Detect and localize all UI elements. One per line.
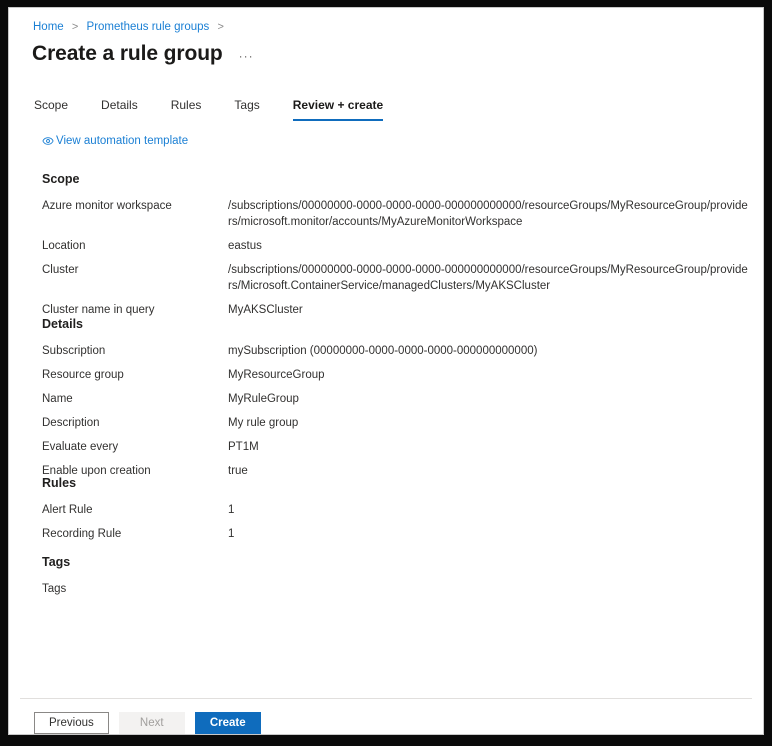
section-rules: Rules Alert Rule 1 Recording Rule 1	[42, 475, 748, 550]
row-label-evaluate-every: Evaluate every	[42, 441, 119, 453]
section-title-details: Details	[42, 317, 83, 331]
screenshot-frame: Home > Prometheus rule groups > Create a…	[0, 0, 772, 746]
row-value-name: MyRuleGroup	[228, 393, 299, 405]
row-value-recording-rule: 1	[228, 528, 235, 540]
review-row: Evaluate every PT1M	[42, 439, 748, 455]
section-title-tags: Tags	[42, 555, 71, 569]
next-button: Next	[118, 712, 185, 734]
row-label-tags: Tags	[42, 583, 67, 595]
breadcrumb-separator-icon: >	[71, 21, 79, 33]
row-label-name: Name	[42, 393, 73, 405]
tab-review-create[interactable]: Review + create	[292, 94, 384, 121]
view-automation-template-link[interactable]: View automation template	[42, 135, 188, 147]
page-title: Create a rule group	[32, 42, 223, 65]
tab-tags[interactable]: Tags	[234, 94, 259, 121]
tab-details[interactable]: Details	[101, 94, 138, 121]
review-row: Alert Rule 1	[42, 502, 748, 518]
footer-divider	[20, 698, 752, 699]
row-value-resource-group: MyResourceGroup	[228, 369, 325, 381]
azure-portal-blade: Home > Prometheus rule groups > Create a…	[8, 7, 764, 735]
section-scope: Scope Azure monitor workspace /subscript…	[42, 171, 748, 326]
previous-button[interactable]: Previous	[34, 712, 109, 734]
more-options-icon[interactable]: ···	[239, 49, 254, 67]
row-value-alert-rule: 1	[228, 504, 235, 516]
row-label-description: Description	[42, 417, 100, 429]
breadcrumb: Home > Prometheus rule groups >	[33, 19, 229, 35]
row-value-description: My rule group	[228, 417, 299, 429]
row-value-subscription: mySubscription (00000000-0000-0000-0000-…	[228, 345, 538, 357]
row-label-azure-monitor-workspace: Azure monitor workspace	[42, 200, 172, 212]
review-row: Tags	[42, 581, 748, 597]
eye-icon	[42, 135, 54, 147]
row-value-cluster: /subscriptions/00000000-0000-0000-0000-0…	[228, 264, 748, 292]
review-row: Cluster /subscriptions/00000000-0000-000…	[42, 262, 748, 294]
review-row: Subscription mySubscription (00000000-00…	[42, 343, 748, 359]
row-label-resource-group: Resource group	[42, 369, 124, 381]
page-header: Create a rule group ···	[32, 41, 254, 67]
row-label-cluster: Cluster	[42, 264, 79, 276]
wizard-tabs: Scope Details Rules Tags Review + create	[34, 94, 416, 121]
row-value-evaluate-every: PT1M	[228, 441, 259, 453]
review-row: Resource group MyResourceGroup	[42, 367, 748, 383]
tab-scope[interactable]: Scope	[34, 94, 68, 121]
view-automation-template-label: View automation template	[56, 135, 189, 147]
review-row: Recording Rule 1	[42, 526, 748, 542]
breadcrumb-item-prometheus-rule-groups[interactable]: Prometheus rule groups	[87, 21, 210, 33]
review-row: Description My rule group	[42, 415, 748, 431]
row-value-location: eastus	[228, 240, 262, 252]
row-label-location: Location	[42, 240, 86, 252]
section-details: Details Subscription mySubscription (000…	[42, 316, 748, 487]
section-title-scope: Scope	[42, 172, 80, 186]
wizard-footer: Previous Next Create	[34, 712, 271, 734]
section-title-rules: Rules	[42, 476, 77, 490]
row-value-azure-monitor-workspace: /subscriptions/00000000-0000-0000-0000-0…	[228, 200, 748, 228]
row-label-recording-rule: Recording Rule	[42, 528, 122, 540]
review-row: Name MyRuleGroup	[42, 391, 748, 407]
row-label-alert-rule: Alert Rule	[42, 504, 93, 516]
row-label-subscription: Subscription	[42, 345, 106, 357]
create-button[interactable]: Create	[194, 712, 261, 734]
breadcrumb-item-home[interactable]: Home	[33, 21, 64, 33]
review-row: Azure monitor workspace /subscriptions/0…	[42, 198, 748, 230]
breadcrumb-separator-icon: >	[217, 21, 224, 33]
review-row: Location eastus	[42, 238, 748, 254]
section-tags: Tags Tags	[42, 554, 748, 605]
tab-rules[interactable]: Rules	[171, 94, 202, 121]
